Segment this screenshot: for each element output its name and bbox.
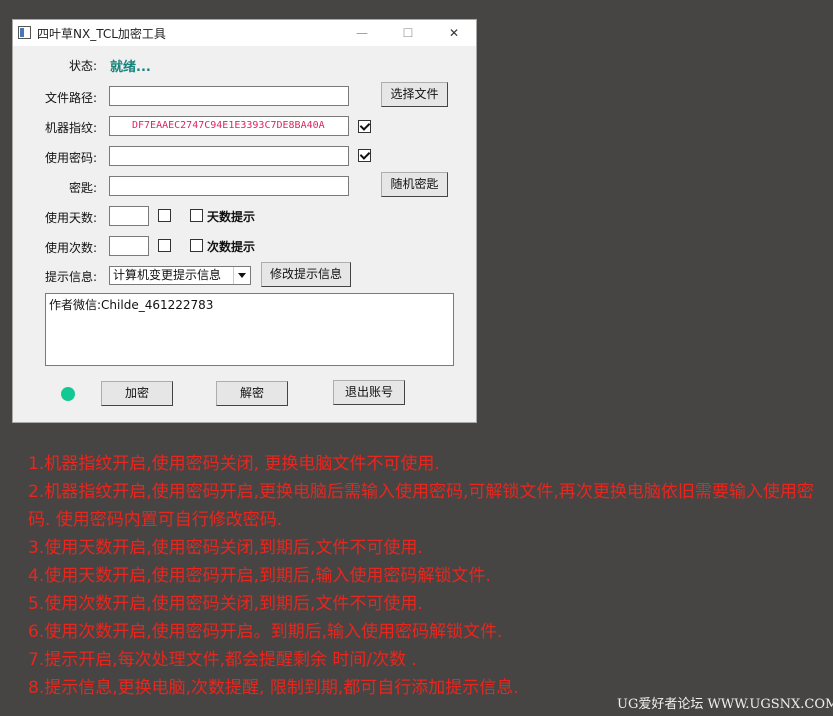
note-line: 3.使用天数开启,使用密码关闭,到期后,文件不可使用. xyxy=(28,538,423,558)
watermark: UG爱好者论坛 WWW.UGSNX.COM xyxy=(617,697,833,712)
key-input[interactable] xyxy=(109,176,349,196)
days-input[interactable] xyxy=(109,206,149,226)
log-text: 作者微信:Childe_461222783 xyxy=(49,298,214,312)
hint-info-label: 提示信息: xyxy=(45,270,98,284)
note-line: 6.使用次数开启,使用密码开启。到期后,输入使用密码解锁文件. xyxy=(28,622,503,642)
close-icon[interactable]: ✕ xyxy=(431,20,477,46)
status-indicator xyxy=(61,387,75,401)
days-hint-checkbox[interactable] xyxy=(190,209,203,222)
file-path-input[interactable] xyxy=(109,86,349,106)
chevron-down-icon[interactable] xyxy=(233,267,250,284)
status-label: 状态: xyxy=(69,59,98,73)
note-line: 4.使用天数开启,使用密码开启,到期后,输入使用密码解锁文件. xyxy=(28,566,491,586)
hint-info-selected: 计算机变更提示信息 xyxy=(113,268,222,282)
count-hint-checkbox[interactable] xyxy=(190,239,203,252)
minimize-icon[interactable]: — xyxy=(339,20,385,46)
app-window: 四叶草NX_TCL加密工具 — ☐ ✕ 状态: 就绪... 文件路径: 选择文件… xyxy=(12,19,477,423)
count-input[interactable] xyxy=(109,236,149,256)
use-password-input[interactable] xyxy=(109,146,349,166)
days-hint-label: 天数提示 xyxy=(207,210,256,224)
hint-info-select[interactable]: 计算机变更提示信息 xyxy=(109,266,251,285)
machine-fingerprint-input[interactable]: DF7EAAEC2747C94E1E3393C7DE8BA40A xyxy=(109,116,349,136)
app-icon xyxy=(18,26,31,39)
machine-fingerprint-label: 机器指纹: xyxy=(45,121,98,135)
note-line: 2.机器指纹开启,使用密码开启,更换电脑后需输入使用密码,可解锁文件,再次更换电… xyxy=(28,482,814,530)
note-line: 1.机器指纹开启,使用密码关闭, 更换电脑文件不可使用. xyxy=(28,454,440,474)
days-checkbox[interactable] xyxy=(158,209,171,222)
logout-button[interactable]: 退出账号 xyxy=(333,380,405,405)
count-label: 使用次数: xyxy=(45,241,98,255)
use-password-label: 使用密码: xyxy=(45,151,98,165)
note-line: 7.提示开启,每次处理文件,都会提醒剩余 时间/次数 . xyxy=(28,650,417,670)
machine-fingerprint-checkbox[interactable] xyxy=(358,120,371,133)
random-key-button[interactable]: 随机密匙 xyxy=(381,172,448,197)
use-password-checkbox[interactable] xyxy=(358,149,371,162)
file-path-label: 文件路径: xyxy=(45,91,98,105)
count-hint-label: 次数提示 xyxy=(207,240,256,254)
log-textarea[interactable]: 作者微信:Childe_461222783 xyxy=(45,293,454,366)
days-label: 使用天数: xyxy=(45,211,98,225)
window-title: 四叶草NX_TCL加密工具 xyxy=(37,27,166,41)
note-line: 5.使用次数开启,使用密码关闭,到期后,文件不可使用. xyxy=(28,594,423,614)
encrypt-button[interactable]: 加密 xyxy=(101,381,173,406)
select-file-button[interactable]: 选择文件 xyxy=(381,82,448,107)
count-checkbox[interactable] xyxy=(158,239,171,252)
title-bar[interactable]: 四叶草NX_TCL加密工具 — ☐ ✕ xyxy=(13,20,476,46)
status-value: 就绪... xyxy=(110,60,151,75)
modify-hint-button[interactable]: 修改提示信息 xyxy=(261,262,351,287)
maximize-icon[interactable]: ☐ xyxy=(385,20,431,46)
instructions: 1.机器指纹开启,使用密码关闭, 更换电脑文件不可使用. 2.机器指纹开启,使用… xyxy=(28,450,818,702)
key-label: 密匙: xyxy=(69,181,98,195)
decrypt-button[interactable]: 解密 xyxy=(216,381,288,406)
